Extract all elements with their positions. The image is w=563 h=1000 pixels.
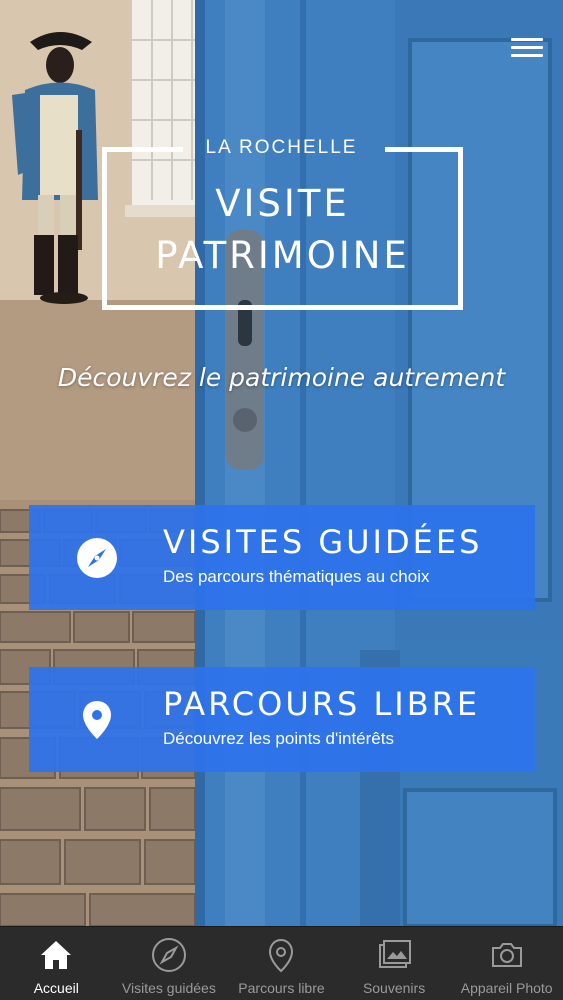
menu-bar [511, 46, 543, 49]
compass-icon [77, 538, 117, 578]
app-screen: LA ROCHELLE VISITE PATRIMOINE Découvrez … [0, 0, 563, 1000]
tab-free-route[interactable]: Parcours libre [225, 927, 338, 1000]
tab-label: Souvenirs [362, 980, 426, 996]
tab-label: Appareil Photo [460, 980, 553, 996]
tagline: Découvrez le patrimoine autrement [57, 363, 506, 392]
map-pin-icon [83, 701, 111, 739]
camera-icon [491, 943, 522, 967]
compass-icon [151, 938, 186, 972]
tab-label: Accueil [33, 980, 79, 996]
home-icon [41, 941, 72, 969]
app-title: VISITE PATRIMOINE [102, 178, 463, 282]
tab-souvenirs[interactable]: Souvenirs [338, 927, 451, 1000]
guided-tours-card[interactable]: VISITES GUIDÉES Des parcours thématiques… [29, 505, 535, 610]
hamburger-menu-icon[interactable] [511, 38, 543, 60]
tab-guided-tours[interactable]: Visites guidées [113, 927, 226, 1000]
card-subtitle: Des parcours thématiques au choix [163, 567, 430, 586]
tab-label: Visites guidées [121, 980, 216, 996]
tab-camera[interactable]: Appareil Photo [450, 927, 563, 1000]
title-line-2: PATRIMOINE [155, 234, 410, 277]
free-route-card[interactable]: PARCOURS LIBRE Découvrez les points d'in… [29, 667, 535, 772]
tab-home[interactable]: Accueil [0, 927, 113, 1000]
city-label: LA ROCHELLE [205, 137, 358, 158]
menu-bar [511, 38, 543, 41]
tab-bar: Accueil Visites guidées Parcours libre S… [0, 926, 563, 1000]
title-line-1: VISITE [215, 182, 350, 225]
photos-icon [379, 940, 412, 968]
map-pin-icon [269, 938, 294, 973]
card-title: VISITES GUIDÉES [163, 523, 483, 561]
tab-label: Parcours libre [238, 980, 325, 996]
card-subtitle: Découvrez les points d'intérêts [163, 729, 394, 748]
card-title: PARCOURS LIBRE [163, 685, 481, 723]
menu-bar [511, 54, 543, 57]
